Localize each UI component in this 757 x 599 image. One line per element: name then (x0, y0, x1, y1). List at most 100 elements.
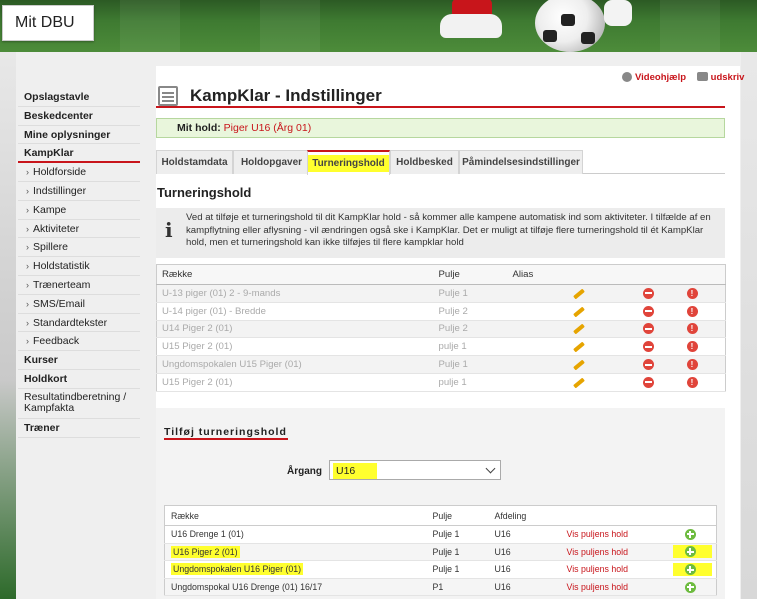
sidebar-item-label: Standardtekster (33, 316, 108, 329)
add-icon[interactable] (684, 564, 696, 576)
show-pool-teams-link[interactable]: Vis puljens hold (560, 543, 667, 562)
tab-bar: Holdstamdata Holdopgaver Turneringshold … (156, 150, 725, 175)
sidebar-item-kurser[interactable]: Kurser (18, 351, 140, 370)
calendar-icon (158, 86, 178, 106)
remove-icon[interactable] (642, 287, 654, 299)
remove-icon[interactable] (642, 341, 654, 353)
sidebar-item-label: Holdstatistik (33, 260, 90, 273)
sidebar-item-holdstatistik[interactable]: › Holdstatistik (18, 257, 140, 276)
table-row: Ungdomspokalen U16 Piger (01) Pulje 1 U16 V… (164, 560, 717, 579)
sidebar-item-holdkort[interactable]: Holdkort (18, 370, 140, 389)
cell-raekke: Ungdomspokalen U16 Piger (01) (164, 560, 427, 579)
tab-holdbesked[interactable]: Holdbesked (390, 150, 459, 174)
sidebar-item-label: KampKlar (24, 147, 74, 160)
chevron-down-icon (485, 463, 496, 474)
add-section-divider (164, 438, 288, 440)
logo-text: Mit DBU (15, 14, 75, 31)
banner-stripe (260, 0, 320, 52)
column-header: Række (156, 264, 434, 285)
sidebar-item-træner[interactable]: Træner (18, 419, 140, 438)
edit-pencil-icon[interactable] (572, 324, 585, 335)
add-section-title: Tilføj turneringshold (164, 426, 287, 438)
cell-alias (507, 284, 568, 303)
banner-stripe (120, 0, 180, 52)
cell-raekke: U15 Piger 2 (01) (156, 373, 434, 392)
chevron-right-icon: › (26, 298, 29, 309)
player-shoe-image (604, 0, 632, 26)
sidebar-item-label: Feedback (33, 335, 80, 348)
top-links: Videohjælp udskriv (622, 72, 744, 83)
chevron-right-icon: › (26, 261, 29, 272)
chevron-right-icon: › (26, 167, 29, 178)
chevron-right-icon: › (26, 242, 29, 253)
cell-alias (507, 355, 568, 374)
table-row: U15 Piger 2 (01) pulje 1! (156, 373, 726, 392)
table-row: Ungdomspokalen U15 Piger (01) Pulje 1! (156, 355, 726, 374)
sidebar-item-label: Aktiviteter (33, 222, 80, 235)
edit-pencil-icon[interactable] (572, 288, 585, 300)
show-pool-teams-link[interactable]: Vis puljens hold (560, 560, 667, 579)
add-icon[interactable] (684, 581, 696, 593)
sidebar-item-standardtekster[interactable]: › Standardtekster (18, 314, 140, 333)
cell-raekke: Ungdomspokalen U15 Piger (01) (156, 355, 434, 374)
sidebar-item-resultatindberetning-kampfakta[interactable]: Resultatindberetning / Kampfakta (18, 389, 140, 419)
show-pool-teams-link[interactable]: Vis puljens hold (560, 525, 667, 544)
sidebar-item-mine-oplysninger[interactable]: Mine oplysninger (18, 126, 140, 145)
remove-icon[interactable] (642, 305, 654, 317)
sidebar-item-trænerteam[interactable]: › Trænerteam (18, 276, 140, 295)
tab-paamindelsesindstillinger[interactable]: Påmindelsesindstillinger (459, 150, 583, 174)
warning-icon[interactable]: ! (686, 323, 698, 335)
sidebar-item-label: Resultatindberetning / Kampfakta (24, 390, 127, 414)
sidebar-item-feedback[interactable]: › Feedback (18, 332, 140, 352)
sidebar-item-sms-email[interactable]: › SMS/Email (18, 295, 140, 314)
add-icon[interactable] (684, 528, 696, 540)
print-link[interactable]: udskriv (711, 72, 745, 83)
cell-raekke: U15 Piger 2 (01) (156, 337, 434, 357)
warning-icon[interactable]: ! (686, 287, 698, 299)
remove-icon[interactable] (642, 359, 654, 371)
remove-icon[interactable] (642, 376, 654, 388)
edit-pencil-icon[interactable] (572, 306, 585, 318)
add-icon[interactable] (684, 546, 696, 558)
logo[interactable]: Mit DBU (2, 5, 94, 41)
warning-icon[interactable]: ! (686, 305, 698, 317)
tab-holdstamdata[interactable]: Holdstamdata (156, 150, 233, 174)
sidebar-item-indstillinger[interactable]: › Indstillinger (18, 182, 140, 201)
section-title: Turneringshold (157, 185, 252, 200)
info-icon: i (165, 218, 173, 242)
sidebar-item-kampe[interactable]: › Kampe (18, 201, 140, 220)
show-pool-teams-link[interactable]: Vis puljens hold (560, 578, 667, 597)
edit-pencil-icon[interactable] (572, 359, 585, 371)
sidebar-item-beskedcenter[interactable]: Beskedcenter (18, 107, 140, 126)
edit-pencil-icon[interactable] (572, 377, 585, 389)
aargang-select[interactable]: U16 (329, 460, 501, 480)
tab-holdopgaver[interactable]: Holdopgaver (233, 150, 310, 174)
sidebar-item-opslagstavle[interactable]: Opslagstavle (18, 88, 140, 107)
warning-icon[interactable]: ! (686, 359, 698, 371)
sidebar-item-holdforside[interactable]: › Holdforside (18, 163, 140, 182)
my-team-value: Piger U16 (Årg 01) (223, 122, 312, 134)
sidebar-item-label: Træner (24, 421, 60, 434)
cell-pulje: Pulje 2 (433, 302, 508, 321)
cell-raekke: U14 Piger 2 (01) (156, 320, 434, 339)
sidebar-item-aktiviteter[interactable]: › Aktiviteter (18, 220, 140, 239)
aargang-label: Årgang (287, 466, 322, 477)
aargang-selected-value: U16 (333, 463, 378, 479)
sidebar-item-spillere[interactable]: › Spillere (18, 238, 140, 258)
remove-icon[interactable] (642, 323, 654, 335)
edit-pencil-icon[interactable] (572, 341, 585, 353)
warning-icon[interactable]: ! (686, 376, 698, 388)
table-row: Ungdomspokal U16 Drenge (01) 16/17 P1 U16 V… (164, 578, 717, 597)
sidebar-item-kampklar[interactable]: KampKlar (18, 144, 140, 164)
help-icon (622, 72, 632, 82)
cell-pulje: Pulje 2 (433, 320, 508, 339)
print-icon (696, 72, 708, 81)
tab-turneringshold[interactable]: Turneringshold (307, 150, 390, 175)
banner-stripe (660, 0, 720, 52)
table-row: U16 Piger 2 (01) Pulje 1 U16 Vis puljens ho… (164, 543, 717, 562)
cell-raekke: U-14 piger (01) - Bredde (156, 302, 434, 321)
video-help-link[interactable]: Videohjælp (635, 72, 686, 83)
football-image (535, 0, 605, 52)
warning-icon[interactable]: ! (686, 341, 698, 353)
table-row: U-13 piger (01) 2 - 9-mands Pulje 1! (156, 284, 726, 303)
